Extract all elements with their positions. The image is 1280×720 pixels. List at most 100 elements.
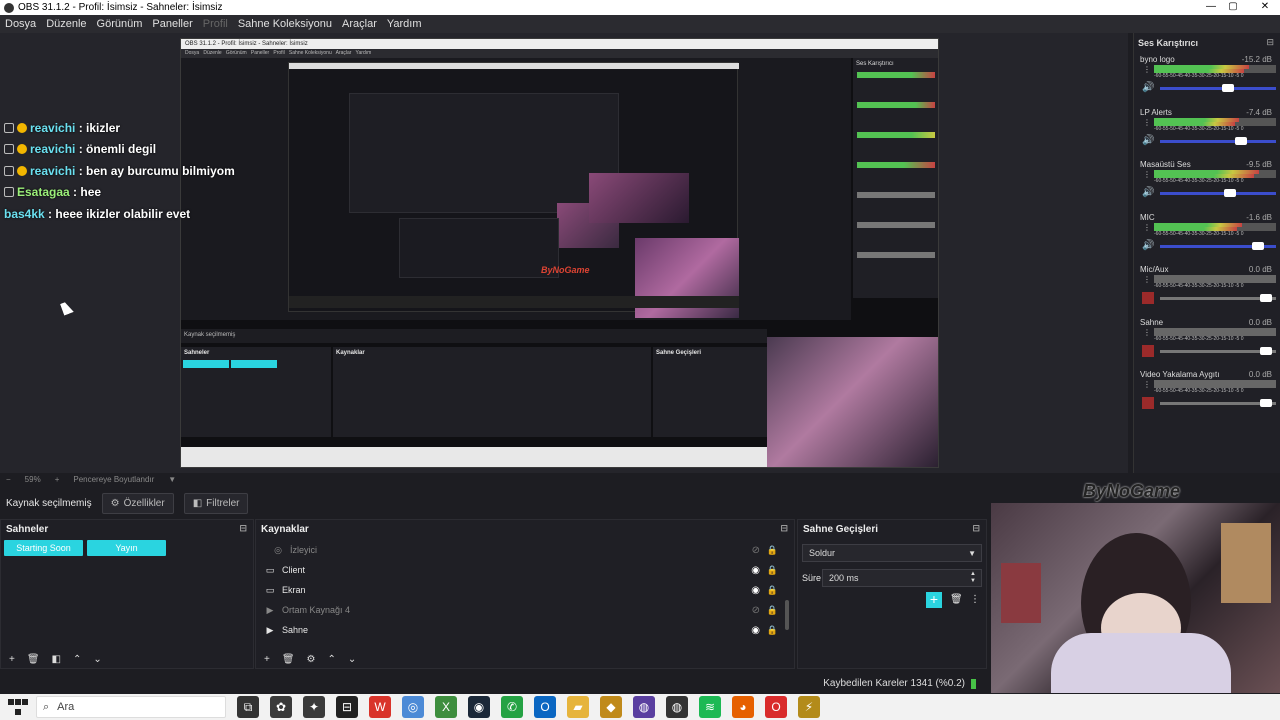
dock-popout-icon[interactable]: ⊟ (780, 523, 788, 534)
slider-handle[interactable] (1251, 241, 1264, 250)
scene-starting-soon[interactable]: Starting Soon (4, 540, 83, 556)
menu-docks[interactable]: Paneller (152, 18, 192, 30)
add-icon[interactable]: + (9, 654, 15, 665)
menu-view[interactable]: Görünüm (97, 18, 143, 30)
lock-icon[interactable]: 🔒 (767, 565, 778, 576)
eye-icon[interactable]: ◉ (751, 565, 760, 576)
slider-handle[interactable] (1222, 84, 1235, 92)
muted-speaker-icon[interactable] (1142, 344, 1154, 357)
menu-scene-collection[interactable]: Sahne Koleksiyonu (238, 18, 332, 30)
close-button[interactable]: ✕ (1250, 0, 1280, 15)
zoom-level[interactable]: 59% (25, 475, 41, 484)
volume-slider[interactable] (1160, 399, 1276, 407)
app-7-icon[interactable]: ◆ (600, 696, 622, 718)
volume-slider[interactable] (1160, 346, 1276, 355)
add-transition-button[interactable]: + (926, 592, 942, 608)
kebab-menu-icon[interactable]: ⋮ (1143, 118, 1151, 127)
kebab-menu-icon[interactable]: ⋮ (1143, 328, 1151, 337)
obs-1-icon[interactable]: ◍ (633, 696, 655, 718)
speaker-icon[interactable]: 🔊 (1142, 82, 1154, 94)
app-5-icon[interactable]: ◎ (402, 696, 424, 718)
scene-yayin[interactable]: Yayın (87, 540, 166, 556)
dock-popout-icon[interactable]: ⊟ (972, 523, 980, 534)
menu-file[interactable]: Dosya (5, 18, 36, 30)
kebab-menu-icon[interactable]: ⋮ (1143, 380, 1151, 389)
outlook-icon[interactable]: O (534, 696, 556, 718)
zoom-mode[interactable]: Pencereye Boyutlandır (73, 475, 154, 484)
speaker-icon[interactable]: 🔊 (1142, 135, 1154, 147)
zoom-dropdown-icon[interactable]: ▼ (168, 475, 176, 484)
app-3-icon[interactable]: ⊟ (336, 696, 358, 718)
gear-icon[interactable]: ⚙ (307, 654, 316, 665)
menu-help[interactable]: Yardım (387, 18, 422, 30)
muted-speaker-icon[interactable] (1142, 397, 1154, 409)
spotify-icon[interactable]: ≋ (699, 696, 721, 718)
sources-scrollbar[interactable] (785, 600, 789, 630)
source-item[interactable]: ▭ Client ◉ 🔒 (264, 561, 784, 579)
move-up-icon[interactable]: ⌃ (328, 654, 336, 665)
taskbar-search[interactable]: ⌕ Ara (36, 696, 226, 718)
source-item[interactable]: ▭ Ekran ◉ 🔒 (264, 581, 784, 599)
opera-icon[interactable]: O (765, 696, 787, 718)
app-4-icon[interactable]: W (369, 696, 391, 718)
volume-slider[interactable] (1160, 136, 1276, 145)
move-down-icon[interactable]: ⌄ (348, 654, 356, 665)
filters-button[interactable]: ◧ Filtreler (183, 492, 249, 514)
dock-popout-icon[interactable]: ⊟ (1266, 37, 1274, 48)
source-item[interactable]: ▶ Sahne ◉ 🔒 (264, 621, 784, 639)
app-1-icon[interactable]: ✿ (270, 696, 292, 718)
app-8-icon[interactable]: ⚡ (798, 696, 820, 718)
obs-2-icon[interactable]: ◍ (666, 696, 688, 718)
dock-popout-icon[interactable]: ⊟ (239, 523, 247, 534)
move-up-icon[interactable]: ⌃ (73, 654, 81, 665)
zoom-in-button[interactable]: + (55, 475, 60, 484)
task-view-icon[interactable]: ⧉ (237, 696, 259, 718)
files-icon[interactable]: ▰ (567, 696, 589, 718)
duration-spinbox[interactable]: 200 ms ▲ ▼ (822, 569, 982, 587)
slider-handle[interactable] (1234, 136, 1247, 145)
eye-icon[interactable]: ◉ (751, 585, 760, 596)
trash-icon[interactable]: 🗑 (27, 654, 40, 665)
muted-speaker-icon[interactable] (1142, 292, 1154, 304)
slider-handle[interactable] (1259, 294, 1272, 302)
volume-slider[interactable] (1160, 189, 1276, 197)
lock-icon[interactable]: 🔒 (767, 545, 778, 556)
filter-icon[interactable]: ◧ (52, 654, 61, 665)
eye-hidden-icon[interactable]: ⊘ (752, 545, 760, 556)
menu-edit[interactable]: Düzenle (46, 18, 86, 30)
lock-icon[interactable]: 🔒 (767, 585, 778, 596)
windows-start-icon[interactable] (6, 697, 30, 717)
kebab-menu-icon[interactable]: ⋮ (970, 594, 980, 605)
eye-icon[interactable]: ◉ (751, 625, 760, 636)
source-item[interactable]: ▶ Ortam Kaynağı 4 ⊘ 🔒 (264, 601, 784, 619)
volume-slider[interactable] (1160, 294, 1276, 302)
volume-slider[interactable] (1160, 84, 1276, 92)
trash-icon[interactable]: 🗑 (950, 594, 963, 605)
lock-icon[interactable]: 🔒 (767, 625, 778, 636)
transition-select[interactable]: Soldur ▼ (802, 544, 982, 562)
speaker-icon[interactable]: 🔊 (1142, 187, 1154, 199)
source-item[interactable]: ◎ İzleyici ⊘ 🔒 (264, 541, 784, 559)
add-icon[interactable]: + (264, 654, 270, 665)
zoom-out-button[interactable]: − (6, 475, 11, 484)
trash-icon[interactable]: 🗑 (282, 654, 295, 665)
app-6-icon[interactable]: X (435, 696, 457, 718)
kebab-menu-icon[interactable]: ⋮ (1143, 275, 1151, 284)
properties-button[interactable]: ⚙ Özellikler (101, 492, 174, 514)
whatsapp-icon[interactable]: ✆ (501, 696, 523, 718)
slider-handle[interactable] (1224, 189, 1237, 197)
menu-tools[interactable]: Araçlar (342, 18, 377, 30)
firefox-icon[interactable]: ◕ (732, 696, 754, 718)
speaker-icon[interactable]: 🔊 (1142, 240, 1154, 252)
menu-profile[interactable]: Profil (203, 18, 228, 30)
kebab-menu-icon[interactable]: ⋮ (1143, 65, 1151, 74)
slider-handle[interactable] (1259, 346, 1272, 355)
kebab-menu-icon[interactable]: ⋮ (1143, 170, 1151, 179)
maximize-button[interactable]: ▢ (1218, 0, 1248, 15)
app-2-icon[interactable]: ✦ (303, 696, 325, 718)
move-down-icon[interactable]: ⌄ (93, 654, 101, 665)
slider-handle[interactable] (1259, 399, 1272, 407)
eye-hidden-icon[interactable]: ⊘ (752, 605, 760, 616)
volume-slider[interactable] (1160, 241, 1276, 250)
kebab-menu-icon[interactable]: ⋮ (1143, 223, 1151, 232)
